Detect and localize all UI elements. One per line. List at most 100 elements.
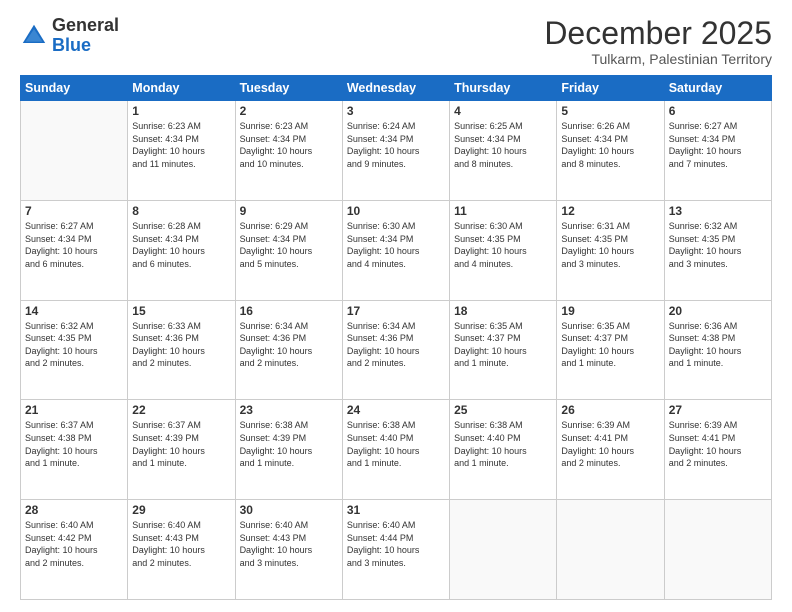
day-info: Sunrise: 6:28 AM Sunset: 4:34 PM Dayligh… (132, 220, 230, 270)
calendar-cell: 11 Sunrise: 6:30 AM Sunset: 4:35 PM Dayli… (450, 200, 557, 300)
calendar-table: Sunday Monday Tuesday Wednesday Thursday… (20, 75, 772, 600)
day-info: Sunrise: 6:39 AM Sunset: 4:41 PM Dayligh… (561, 419, 659, 469)
day-info: Sunrise: 6:30 AM Sunset: 4:34 PM Dayligh… (347, 220, 445, 270)
calendar-cell (450, 500, 557, 600)
day-info: Sunrise: 6:29 AM Sunset: 4:34 PM Dayligh… (240, 220, 338, 270)
day-number: 17 (347, 304, 445, 318)
title-block: December 2025 Tulkarm, Palestinian Terri… (544, 16, 772, 67)
calendar-cell: 17 Sunrise: 6:34 AM Sunset: 4:36 PM Dayli… (342, 300, 449, 400)
day-number: 10 (347, 204, 445, 218)
day-number: 7 (25, 204, 123, 218)
day-info: Sunrise: 6:23 AM Sunset: 4:34 PM Dayligh… (240, 120, 338, 170)
calendar-cell: 30 Sunrise: 6:40 AM Sunset: 4:43 PM Dayli… (235, 500, 342, 600)
day-number: 11 (454, 204, 552, 218)
calendar-cell: 10 Sunrise: 6:30 AM Sunset: 4:34 PM Dayli… (342, 200, 449, 300)
day-number: 6 (669, 104, 767, 118)
calendar-cell: 20Sunrise: 6:36 AM Sunset: 4:38 PM Dayli… (664, 300, 771, 400)
calendar-cell: 7 Sunrise: 6:27 AM Sunset: 4:34 PM Daylig… (21, 200, 128, 300)
day-number: 19 (561, 304, 659, 318)
calendar-cell (557, 500, 664, 600)
day-number: 2 (240, 104, 338, 118)
calendar-cell: 6 Sunrise: 6:27 AM Sunset: 4:34 PM Daylig… (664, 101, 771, 201)
day-info: Sunrise: 6:25 AM Sunset: 4:34 PM Dayligh… (454, 120, 552, 170)
day-number: 20 (669, 304, 767, 318)
header-tuesday: Tuesday (235, 76, 342, 101)
header: General Blue December 2025 Tulkarm, Pale… (20, 16, 772, 67)
calendar-cell: 3Sunrise: 6:24 AM Sunset: 4:34 PM Daylig… (342, 101, 449, 201)
header-monday: Monday (128, 76, 235, 101)
calendar-cell: 19 Sunrise: 6:35 AM Sunset: 4:37 PM Dayli… (557, 300, 664, 400)
calendar-cell: 28 Sunrise: 6:40 AM Sunset: 4:42 PM Dayli… (21, 500, 128, 600)
day-info: Sunrise: 6:40 AM Sunset: 4:43 PM Dayligh… (132, 519, 230, 569)
logo-icon (20, 22, 48, 50)
day-info: Sunrise: 6:23 AM Sunset: 4:34 PM Dayligh… (132, 120, 230, 170)
day-info: Sunrise: 6:30 AM Sunset: 4:35 PM Dayligh… (454, 220, 552, 270)
calendar-cell: 8 Sunrise: 6:28 AM Sunset: 4:34 PM Daylig… (128, 200, 235, 300)
day-number: 13 (669, 204, 767, 218)
day-number: 29 (132, 503, 230, 517)
day-number: 28 (25, 503, 123, 517)
day-info: Sunrise: 6:37 AM Sunset: 4:38 PM Dayligh… (25, 419, 123, 469)
month-title: December 2025 (544, 16, 772, 51)
day-number: 22 (132, 403, 230, 417)
day-info: Sunrise: 6:40 AM Sunset: 4:42 PM Dayligh… (25, 519, 123, 569)
calendar-cell: 29 Sunrise: 6:40 AM Sunset: 4:43 PM Dayli… (128, 500, 235, 600)
day-number: 15 (132, 304, 230, 318)
day-info: Sunrise: 6:26 AM Sunset: 4:34 PM Dayligh… (561, 120, 659, 170)
day-number: 16 (240, 304, 338, 318)
calendar-cell: 21 Sunrise: 6:37 AM Sunset: 4:38 PM Dayli… (21, 400, 128, 500)
day-info: Sunrise: 6:27 AM Sunset: 4:34 PM Dayligh… (25, 220, 123, 270)
day-number: 30 (240, 503, 338, 517)
calendar-week-3: 14 Sunrise: 6:32 AM Sunset: 4:35 PM Dayli… (21, 300, 772, 400)
calendar-cell: 1 Sunrise: 6:23 AM Sunset: 4:34 PM Daylig… (128, 101, 235, 201)
calendar-cell: 9Sunrise: 6:29 AM Sunset: 4:34 PM Daylig… (235, 200, 342, 300)
day-info: Sunrise: 6:38 AM Sunset: 4:39 PM Dayligh… (240, 419, 338, 469)
calendar-cell: 5Sunrise: 6:26 AM Sunset: 4:34 PM Daylig… (557, 101, 664, 201)
calendar-week-4: 21 Sunrise: 6:37 AM Sunset: 4:38 PM Dayli… (21, 400, 772, 500)
calendar-cell: 2 Sunrise: 6:23 AM Sunset: 4:34 PM Daylig… (235, 101, 342, 201)
calendar-cell: 14 Sunrise: 6:32 AM Sunset: 4:35 PM Dayli… (21, 300, 128, 400)
calendar-cell: 12Sunrise: 6:31 AM Sunset: 4:35 PM Dayli… (557, 200, 664, 300)
calendar-cell (664, 500, 771, 600)
day-number: 8 (132, 204, 230, 218)
calendar-cell: 26 Sunrise: 6:39 AM Sunset: 4:41 PM Dayli… (557, 400, 664, 500)
day-info: Sunrise: 6:35 AM Sunset: 4:37 PM Dayligh… (561, 320, 659, 370)
calendar-cell: 13 Sunrise: 6:32 AM Sunset: 4:35 PM Dayli… (664, 200, 771, 300)
calendar-cell (21, 101, 128, 201)
day-info: Sunrise: 6:34 AM Sunset: 4:36 PM Dayligh… (240, 320, 338, 370)
day-number: 26 (561, 403, 659, 417)
day-number: 21 (25, 403, 123, 417)
calendar-cell: 16 Sunrise: 6:34 AM Sunset: 4:36 PM Dayli… (235, 300, 342, 400)
calendar-week-2: 7 Sunrise: 6:27 AM Sunset: 4:34 PM Daylig… (21, 200, 772, 300)
calendar-cell: 15Sunrise: 6:33 AM Sunset: 4:36 PM Dayli… (128, 300, 235, 400)
day-info: Sunrise: 6:32 AM Sunset: 4:35 PM Dayligh… (669, 220, 767, 270)
day-number: 3 (347, 104, 445, 118)
calendar-week-5: 28 Sunrise: 6:40 AM Sunset: 4:42 PM Dayli… (21, 500, 772, 600)
day-info: Sunrise: 6:40 AM Sunset: 4:44 PM Dayligh… (347, 519, 445, 569)
calendar-cell: 25Sunrise: 6:38 AM Sunset: 4:40 PM Dayli… (450, 400, 557, 500)
calendar-cell: 18Sunrise: 6:35 AM Sunset: 4:37 PM Dayli… (450, 300, 557, 400)
header-thursday: Thursday (450, 76, 557, 101)
calendar-cell: 24Sunrise: 6:38 AM Sunset: 4:40 PM Dayli… (342, 400, 449, 500)
day-info: Sunrise: 6:32 AM Sunset: 4:35 PM Dayligh… (25, 320, 123, 370)
day-number: 14 (25, 304, 123, 318)
calendar-cell: 31 Sunrise: 6:40 AM Sunset: 4:44 PM Dayli… (342, 500, 449, 600)
page: General Blue December 2025 Tulkarm, Pale… (0, 0, 792, 612)
logo: General Blue (20, 16, 119, 56)
day-info: Sunrise: 6:27 AM Sunset: 4:34 PM Dayligh… (669, 120, 767, 170)
calendar-cell: 23 Sunrise: 6:38 AM Sunset: 4:39 PM Dayli… (235, 400, 342, 500)
day-info: Sunrise: 6:37 AM Sunset: 4:39 PM Dayligh… (132, 419, 230, 469)
header-wednesday: Wednesday (342, 76, 449, 101)
day-info: Sunrise: 6:39 AM Sunset: 4:41 PM Dayligh… (669, 419, 767, 469)
day-number: 31 (347, 503, 445, 517)
day-number: 23 (240, 403, 338, 417)
day-info: Sunrise: 6:40 AM Sunset: 4:43 PM Dayligh… (240, 519, 338, 569)
day-number: 1 (132, 104, 230, 118)
location: Tulkarm, Palestinian Territory (544, 51, 772, 67)
day-info: Sunrise: 6:34 AM Sunset: 4:36 PM Dayligh… (347, 320, 445, 370)
day-number: 18 (454, 304, 552, 318)
day-number: 24 (347, 403, 445, 417)
day-number: 12 (561, 204, 659, 218)
day-number: 27 (669, 403, 767, 417)
header-friday: Friday (557, 76, 664, 101)
